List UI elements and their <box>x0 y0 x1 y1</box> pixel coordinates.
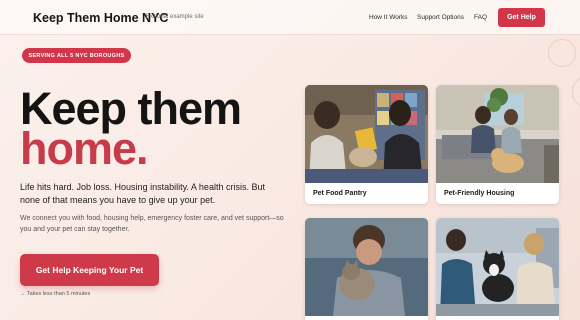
woman-hugging-cat-photo <box>305 218 428 316</box>
decorative-ring <box>548 39 576 67</box>
card-pet-friendly-housing[interactable]: Pet-Friendly Housing <box>436 85 559 204</box>
pet-friendly-housing-photo <box>436 85 559 183</box>
boroughs-badge: SERVING ALL 5 NYC BOROUGHS <box>22 48 131 63</box>
get-help-keeping-pet-button[interactable]: Get Help Keeping Your Pet <box>20 254 159 286</box>
nav-faq[interactable]: FAQ <box>474 14 487 21</box>
card-emergency-foster[interactable] <box>305 218 428 320</box>
card-caption: Pet-Friendly Housing <box>444 190 515 197</box>
nav-how-it-works[interactable]: How It Works <box>369 14 408 21</box>
nav-support-options[interactable]: Support Options <box>417 14 464 21</box>
hero-lead-text: Life hits hard. Job loss. Housing instab… <box>20 182 265 205</box>
get-help-button[interactable]: Get Help <box>498 8 545 27</box>
card-caption <box>436 316 559 320</box>
card-caption <box>305 316 428 320</box>
card-caption: Pet Food Pantry <box>313 190 367 197</box>
brand-tagline: Fictional example site <box>146 14 204 20</box>
hero-sub-text: We connect you with food, housing help, … <box>20 215 284 233</box>
card-vet-support[interactable] <box>436 218 559 320</box>
vet-with-dog-photo <box>436 218 559 316</box>
site-header: Keep Them Home NYC Fictional example sit… <box>0 0 580 35</box>
hero-headline-line2: home. <box>20 123 149 174</box>
decorative-ring <box>572 78 580 106</box>
time-estimate-note: → Takes less than 5 minutes <box>20 291 91 297</box>
pet-food-pantry-photo <box>305 85 428 183</box>
card-pet-food-pantry[interactable]: Pet Food Pantry <box>305 85 428 204</box>
